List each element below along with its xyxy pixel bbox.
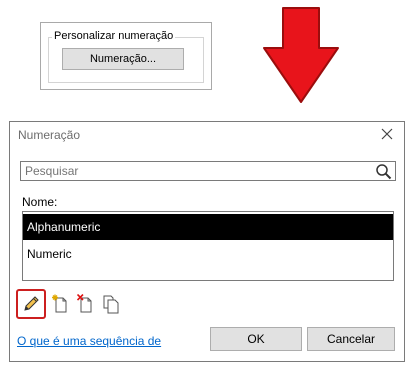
dialog-title: Numeração xyxy=(18,128,81,142)
search-field[interactable] xyxy=(20,161,396,181)
delete-item-icon[interactable] xyxy=(77,294,95,314)
down-arrow-icon xyxy=(263,7,339,103)
numbering-button[interactable]: Numeração... xyxy=(62,48,184,70)
ok-button[interactable]: OK xyxy=(210,327,302,351)
copy-icon[interactable] xyxy=(102,294,120,314)
new-item-icon[interactable] xyxy=(52,294,70,314)
group-legend: Personalizar numeração xyxy=(52,30,176,42)
search-icon[interactable] xyxy=(375,163,392,180)
help-link[interactable]: O que é uma sequência de xyxy=(17,334,161,348)
edit-button[interactable] xyxy=(16,289,46,319)
numbering-dialog: Numeração Nome: Alphanumeric Numeric xyxy=(9,121,405,362)
search-input[interactable] xyxy=(25,164,365,178)
close-icon[interactable] xyxy=(378,125,396,143)
list-item-numeric[interactable]: Numeric xyxy=(23,241,393,267)
name-label: Nome: xyxy=(22,195,58,209)
pencil-icon xyxy=(24,296,39,311)
numbering-list[interactable]: Alphanumeric Numeric xyxy=(22,211,394,281)
list-item-alphanumeric[interactable]: Alphanumeric xyxy=(23,214,393,240)
cancel-button[interactable]: Cancelar xyxy=(307,327,395,351)
